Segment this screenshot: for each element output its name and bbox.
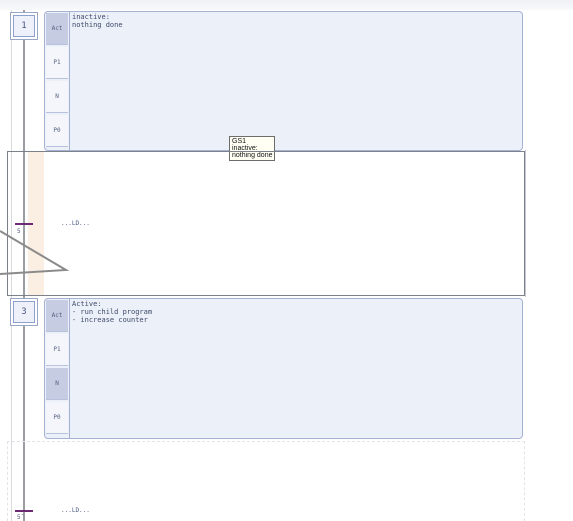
qualifier-p0[interactable]: P0	[46, 115, 68, 147]
transition-bar-1[interactable]	[15, 223, 33, 225]
qualifier-p0[interactable]: P0	[46, 402, 68, 434]
qualifier-column: Act P1 N P0	[45, 299, 70, 438]
qualifier-n[interactable]: N	[46, 368, 68, 400]
action-block-step-3[interactable]: Act P1 N P0 Active: - run child program …	[44, 298, 523, 439]
right-divider	[525, 150, 526, 297]
qualifier-n[interactable]: N	[46, 81, 68, 113]
transition-label-2: 5̄	[17, 514, 21, 521]
qualifier-act[interactable]: Act	[46, 13, 68, 45]
transition-condition-1[interactable]: ...LD...	[61, 220, 90, 227]
qualifier-column: Act P1 N P0	[45, 12, 70, 150]
top-strip	[0, 0, 573, 10]
step-number-1: 1	[13, 15, 35, 37]
callout-arrow	[0, 230, 70, 275]
action-block-step-1[interactable]: Act P1 N P0 inactive: nothing done	[44, 11, 523, 151]
qualifier-act[interactable]: Act	[46, 300, 68, 332]
qualifier-p1[interactable]: P1	[46, 47, 68, 79]
transition-bar-2[interactable]	[15, 510, 33, 512]
tooltip-name: GS1	[232, 138, 247, 145]
step-box-1[interactable]: 1	[10, 12, 38, 40]
step-box-3[interactable]: 3	[10, 298, 38, 326]
action-text[interactable]: inactive: nothing done	[72, 13, 123, 29]
transition-condition-2[interactable]: ...LD...	[61, 507, 90, 514]
qualifier-p1[interactable]: P1	[46, 334, 68, 366]
step-number-3: 3	[13, 301, 35, 323]
action-text[interactable]: Active: - run child program - increase c…	[72, 300, 152, 324]
